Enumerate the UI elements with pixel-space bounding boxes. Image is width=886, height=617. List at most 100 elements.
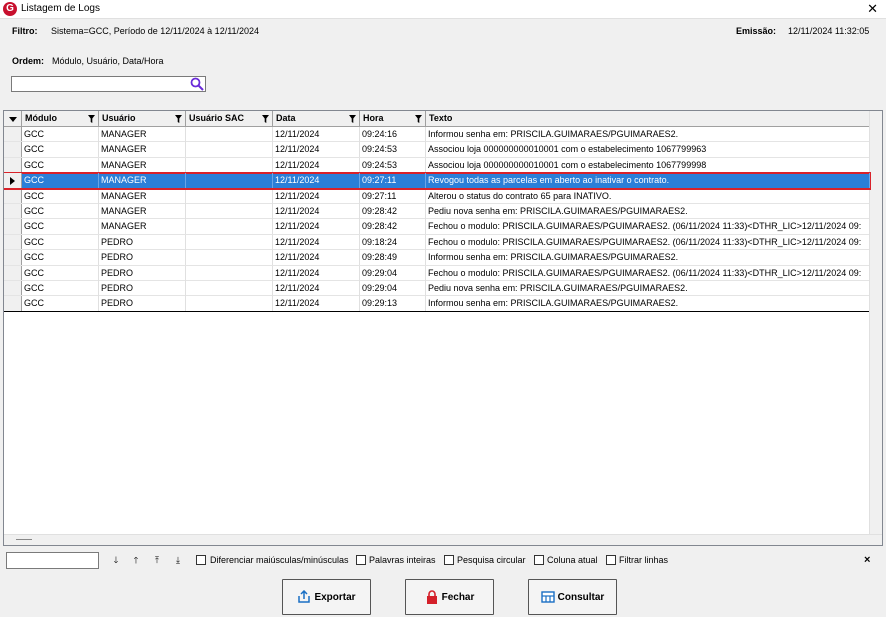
- cell-usuario-sac[interactable]: [186, 142, 273, 158]
- table-row[interactable]: GCC MANAGER 12/11/2024 09:28:42 Pediu nova s…: [4, 204, 870, 220]
- filter-rows-checkbox[interactable]: [606, 555, 616, 565]
- row-indicator[interactable]: [4, 234, 22, 250]
- find-input[interactable]: [6, 552, 99, 569]
- scroll-thumb[interactable]: [16, 539, 32, 540]
- cell-modulo[interactable]: GCC: [22, 127, 99, 142]
- cell-usuario-sac[interactable]: [186, 127, 273, 142]
- consultar-button[interactable]: Consultar: [528, 579, 617, 615]
- row-indicator[interactable]: [4, 281, 22, 296]
- cell-usuario[interactable]: MANAGER: [99, 142, 186, 158]
- current-column-checkbox[interactable]: [534, 555, 544, 565]
- cell-modulo[interactable]: GCC: [22, 234, 99, 250]
- column-header-texto[interactable]: Texto: [426, 111, 870, 127]
- cell-texto[interactable]: Fechou o modulo: PRISCILA.GUIMARAES/PGUI…: [426, 265, 870, 281]
- cell-hora[interactable]: 09:24:53: [360, 157, 426, 173]
- header-indicator[interactable]: [4, 111, 22, 127]
- cell-data[interactable]: 12/11/2024: [273, 188, 360, 204]
- horizontal-scrollbar[interactable]: [4, 534, 882, 545]
- table-row[interactable]: GCC MANAGER 12/11/2024 09:27:11 Revogou toda…: [4, 172, 871, 190]
- case-sensitive-label[interactable]: Diferenciar maiúsculas/minúsculas: [210, 555, 349, 565]
- filter-icon[interactable]: [415, 115, 422, 123]
- cell-modulo[interactable]: GCC: [22, 188, 99, 204]
- arrow-down-icon[interactable]: 🡓: [110, 554, 122, 567]
- cell-hora[interactable]: 09:29:04: [360, 281, 426, 296]
- fechar-button[interactable]: Fechar: [405, 579, 494, 615]
- cell-usuario-sac[interactable]: [186, 281, 273, 296]
- cell-texto[interactable]: Informou senha em: PRISCILA.GUIMARAES/PG…: [426, 296, 870, 312]
- cell-usuario-sac[interactable]: [186, 204, 273, 219]
- cell-modulo[interactable]: GCC: [22, 281, 99, 296]
- table-row[interactable]: GCC MANAGER 12/11/2024 09:24:53 Associou loj…: [4, 157, 870, 174]
- cell-data[interactable]: 12/11/2024: [273, 281, 360, 296]
- cell-hora[interactable]: 09:27:11: [360, 188, 426, 204]
- circular-search-label[interactable]: Pesquisa circular: [457, 555, 526, 565]
- cell-data[interactable]: 12/11/2024: [273, 127, 360, 142]
- cell-modulo[interactable]: GCC: [22, 296, 99, 312]
- cell-usuario[interactable]: PEDRO: [99, 265, 186, 281]
- column-header-hora[interactable]: Hora: [360, 111, 426, 127]
- cell-hora[interactable]: 09:28:42: [360, 219, 426, 235]
- whole-words-checkbox[interactable]: [356, 555, 366, 565]
- cell-data[interactable]: 12/11/2024: [273, 296, 360, 312]
- cell-texto[interactable]: Pediu nova senha em: PRISCILA.GUIMARAES/…: [426, 204, 870, 219]
- cell-hora[interactable]: 09:28:42: [360, 204, 426, 219]
- row-indicator[interactable]: [4, 265, 22, 280]
- column-header-data[interactable]: Data: [273, 111, 360, 127]
- row-indicator[interactable]: [4, 204, 22, 219]
- row-indicator[interactable]: [4, 127, 22, 142]
- cell-data[interactable]: 12/11/2024: [273, 234, 360, 250]
- table-row[interactable]: GCC MANAGER 12/11/2024 09:27:11 Alterou o st…: [4, 188, 870, 204]
- cell-usuario[interactable]: MANAGER: [99, 219, 186, 235]
- cell-hora[interactable]: 09:28:49: [360, 250, 426, 266]
- cell-usuario-sac[interactable]: [186, 157, 273, 173]
- close-window-button[interactable]: ✕: [867, 1, 878, 17]
- cell-hora[interactable]: 09:24:53: [360, 142, 426, 158]
- table-row[interactable]: GCC PEDRO 12/11/2024 09:18:24 Fechou o modul…: [4, 234, 870, 251]
- cell-modulo[interactable]: GCC: [22, 173, 99, 189]
- table-row[interactable]: GCC MANAGER 12/11/2024 09:28:42 Fechou o mod…: [4, 219, 870, 235]
- current-column-label[interactable]: Coluna atual: [547, 555, 598, 565]
- cell-texto[interactable]: Informou senha em: PRISCILA.GUIMARAES/PG…: [426, 127, 870, 142]
- cell-usuario[interactable]: MANAGER: [99, 173, 186, 189]
- cell-modulo[interactable]: GCC: [22, 142, 99, 158]
- cell-hora[interactable]: 09:29:04: [360, 265, 426, 281]
- cell-usuario-sac[interactable]: [186, 173, 273, 189]
- search-icon[interactable]: [190, 77, 204, 91]
- cell-texto[interactable]: Associou loja 000000000010001 com o esta…: [426, 157, 870, 173]
- table-row[interactable]: GCC PEDRO 12/11/2024 09:29:04 Fechou o modul…: [4, 265, 870, 281]
- cell-texto[interactable]: Informou senha em: PRISCILA.GUIMARAES/PG…: [426, 250, 870, 266]
- whole-words-label[interactable]: Palavras inteiras: [369, 555, 436, 565]
- cell-data[interactable]: 12/11/2024: [273, 173, 360, 189]
- row-indicator[interactable]: [4, 173, 22, 188]
- table-row[interactable]: GCC MANAGER 12/11/2024 09:24:53 Associou loj…: [4, 142, 870, 158]
- cell-usuario[interactable]: MANAGER: [99, 157, 186, 173]
- cell-modulo[interactable]: GCC: [22, 204, 99, 219]
- filter-icon[interactable]: [262, 115, 269, 123]
- arrow-first-icon[interactable]: ⤒: [151, 554, 163, 567]
- logs-grid[interactable]: Módulo Usuário Usuário SAC Data Hora Tex…: [3, 110, 883, 546]
- cell-usuario[interactable]: PEDRO: [99, 250, 186, 266]
- row-indicator[interactable]: [4, 142, 22, 157]
- cell-texto[interactable]: Fechou o modulo: PRISCILA.GUIMARAES/PGUI…: [426, 234, 870, 250]
- cell-usuario[interactable]: MANAGER: [99, 127, 186, 142]
- cell-data[interactable]: 12/11/2024: [273, 250, 360, 266]
- table-row[interactable]: GCC MANAGER 12/11/2024 09:24:16 Informou sen…: [4, 127, 870, 143]
- cell-usuario-sac[interactable]: [186, 188, 273, 204]
- cell-usuario-sac[interactable]: [186, 234, 273, 250]
- row-indicator[interactable]: [4, 250, 22, 265]
- cell-usuario-sac[interactable]: [186, 265, 273, 281]
- close-findbar-button[interactable]: ×: [864, 554, 870, 566]
- filter-icon[interactable]: [175, 115, 182, 123]
- arrow-last-icon[interactable]: ⤓: [172, 554, 184, 567]
- case-sensitive-checkbox[interactable]: [196, 555, 206, 565]
- search-input[interactable]: [11, 76, 206, 92]
- cell-modulo[interactable]: GCC: [22, 219, 99, 235]
- cell-usuario-sac[interactable]: [186, 250, 273, 266]
- cell-texto[interactable]: Revogou todas as parcelas em aberto ao i…: [426, 173, 870, 189]
- cell-usuario[interactable]: PEDRO: [99, 281, 186, 296]
- cell-usuario[interactable]: PEDRO: [99, 234, 186, 250]
- cell-data[interactable]: 12/11/2024: [273, 265, 360, 281]
- cell-hora[interactable]: 09:18:24: [360, 234, 426, 250]
- cell-data[interactable]: 12/11/2024: [273, 204, 360, 219]
- cell-modulo[interactable]: GCC: [22, 157, 99, 173]
